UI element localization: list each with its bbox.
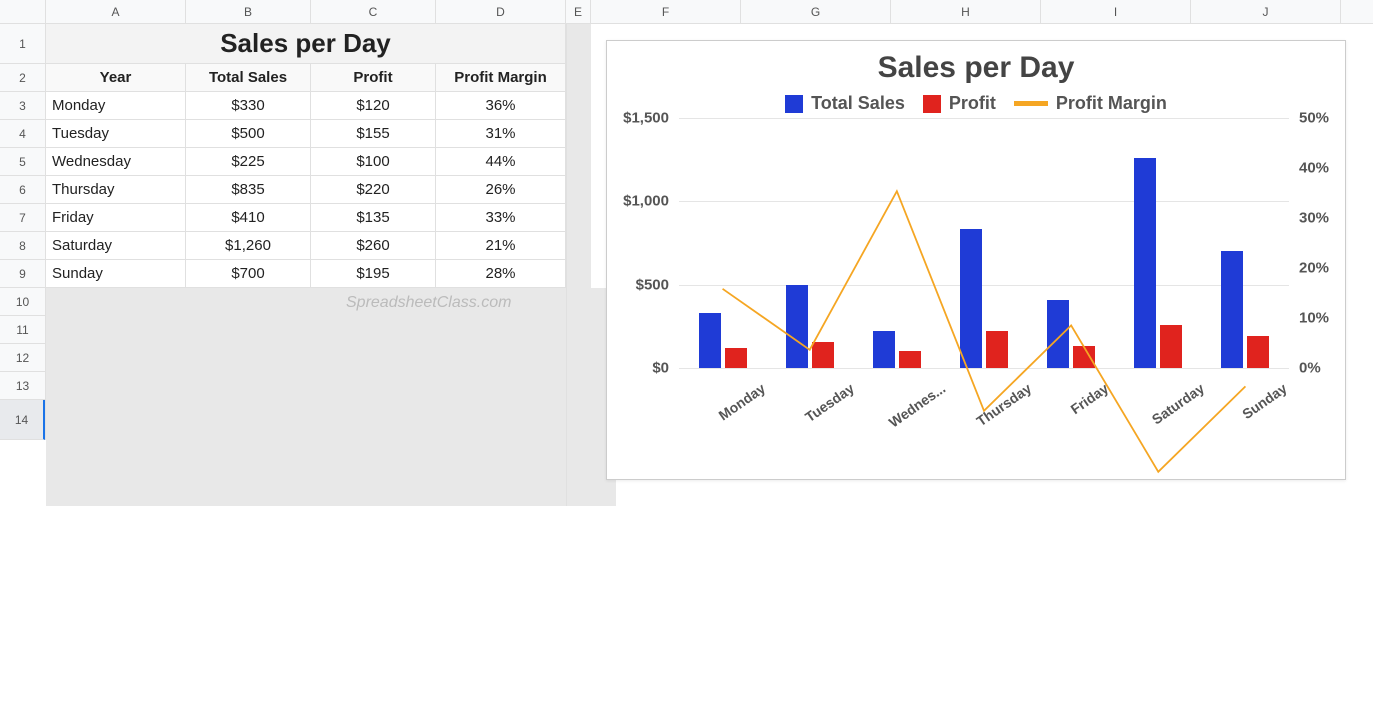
col-header-I[interactable]: I xyxy=(1041,0,1191,23)
y-left-tick: $1,500 xyxy=(623,110,679,127)
row-header-14[interactable]: 14 xyxy=(0,400,45,440)
chart-legend: Total Sales Profit Profit Margin xyxy=(607,85,1345,118)
legend-label: Total Sales xyxy=(811,93,905,114)
y-right-tick: 30% xyxy=(1289,210,1329,227)
empty-area[interactable] xyxy=(46,288,616,506)
legend-label: Profit xyxy=(949,93,996,114)
row-headers: 1 2 3 4 5 6 7 8 9 10 11 12 13 14 xyxy=(0,24,46,440)
col-header-H[interactable]: H xyxy=(891,0,1041,23)
row-header-9[interactable]: 9 xyxy=(0,260,45,288)
col-header-F[interactable]: F xyxy=(591,0,741,23)
row-header-11[interactable]: 11 xyxy=(0,316,45,344)
watermark: SpreadsheetClass.com xyxy=(346,294,511,312)
cell-margin[interactable]: 36% xyxy=(436,92,566,120)
column-headers: A B C D E F G H I J xyxy=(0,0,1373,24)
row-header-10[interactable]: 10 xyxy=(0,288,45,316)
col-header-G[interactable]: G xyxy=(741,0,891,23)
col-E-spacer[interactable] xyxy=(566,24,591,506)
col-header-E[interactable]: E xyxy=(566,0,591,23)
cell-day[interactable]: Wednesday xyxy=(46,148,186,176)
cell-profit[interactable]: $195 xyxy=(311,260,436,288)
cell-total[interactable]: $500 xyxy=(186,120,311,148)
y-right-tick: 10% xyxy=(1289,310,1329,327)
grid-body: Sales per Day Year Total Sales Profit Pr… xyxy=(46,24,1373,506)
row-header-12[interactable]: 12 xyxy=(0,344,45,372)
y-right-tick: 40% xyxy=(1289,160,1329,177)
row-header-2[interactable]: 2 xyxy=(0,64,45,92)
cell-margin[interactable]: 31% xyxy=(436,120,566,148)
cell-day[interactable]: Friday xyxy=(46,204,186,232)
header-profit-margin[interactable]: Profit Margin xyxy=(436,64,566,92)
cell-day[interactable]: Monday xyxy=(46,92,186,120)
cell-margin[interactable]: 28% xyxy=(436,260,566,288)
legend-profit-margin: Profit Margin xyxy=(1014,93,1167,114)
cell-total[interactable]: $835 xyxy=(186,176,311,204)
cell-day[interactable]: Tuesday xyxy=(46,120,186,148)
x-tick-label: Tuesday xyxy=(766,368,853,396)
select-all-corner[interactable] xyxy=(0,0,46,23)
header-year[interactable]: Year xyxy=(46,64,186,92)
cell-margin[interactable]: 26% xyxy=(436,176,566,204)
cell-day[interactable]: Saturday xyxy=(46,232,186,260)
cell-total[interactable]: $330 xyxy=(186,92,311,120)
row-header-5[interactable]: 5 xyxy=(0,148,45,176)
square-icon xyxy=(785,95,803,113)
cell-total[interactable]: $225 xyxy=(186,148,311,176)
cell-profit[interactable]: $260 xyxy=(311,232,436,260)
col-header-J[interactable]: J xyxy=(1191,0,1341,23)
y-right-tick: 0% xyxy=(1289,360,1321,377)
cell-day[interactable]: Thursday xyxy=(46,176,186,204)
x-tick-label: Monday xyxy=(679,368,766,396)
chart-title: Sales per Day xyxy=(607,41,1345,85)
cell-margin[interactable]: 33% xyxy=(436,204,566,232)
col-header-C[interactable]: C xyxy=(311,0,436,23)
chart[interactable]: Sales per Day Total Sales Profit Profit … xyxy=(606,40,1346,480)
y-right-tick: 20% xyxy=(1289,260,1329,277)
header-profit[interactable]: Profit xyxy=(311,64,436,92)
row-header-13[interactable]: 13 xyxy=(0,372,45,400)
x-axis-labels: MondayTuesdayWednes...ThursdayFridaySatu… xyxy=(679,368,1289,396)
y-left-tick: $500 xyxy=(636,276,679,293)
cell-profit[interactable]: $155 xyxy=(311,120,436,148)
cell-total[interactable]: $410 xyxy=(186,204,311,232)
x-tick-label: Thursday xyxy=(940,368,1027,396)
cell-profit[interactable]: $100 xyxy=(311,148,436,176)
col-header-D[interactable]: D xyxy=(436,0,566,23)
plot-area: $1,500 $1,000 $500 $0 50% 40% 30% 20% 10… xyxy=(679,118,1289,368)
row-header-7[interactable]: 7 xyxy=(0,204,45,232)
spreadsheet: A B C D E F G H I J 1 2 3 4 5 6 7 8 9 10… xyxy=(0,0,1373,506)
cell-profit[interactable]: $135 xyxy=(311,204,436,232)
cell-profit[interactable]: $120 xyxy=(311,92,436,120)
y-right-tick: 50% xyxy=(1289,110,1329,127)
legend-label: Profit Margin xyxy=(1056,93,1167,114)
col-header-A[interactable]: A xyxy=(46,0,186,23)
cell-day[interactable]: Sunday xyxy=(46,260,186,288)
x-tick-label: Saturday xyxy=(1115,368,1202,396)
row-header-3[interactable]: 3 xyxy=(0,92,45,120)
x-tick-label: Wednes... xyxy=(853,368,940,396)
line-icon xyxy=(1014,101,1048,106)
row-header-6[interactable]: 6 xyxy=(0,176,45,204)
cell-profit[interactable]: $220 xyxy=(311,176,436,204)
cell-total[interactable]: $1,260 xyxy=(186,232,311,260)
square-icon xyxy=(923,95,941,113)
row-header-8[interactable]: 8 xyxy=(0,232,45,260)
table-title-cell[interactable]: Sales per Day xyxy=(46,24,566,64)
y-left-tick: $0 xyxy=(652,360,679,377)
header-total-sales[interactable]: Total Sales xyxy=(186,64,311,92)
legend-profit: Profit xyxy=(923,93,996,114)
x-tick-label: Sunday xyxy=(1202,368,1289,396)
cell-margin[interactable]: 21% xyxy=(436,232,566,260)
row-header-4[interactable]: 4 xyxy=(0,120,45,148)
row-header-1[interactable]: 1 xyxy=(0,24,45,64)
x-tick-label: Friday xyxy=(1028,368,1115,396)
legend-total-sales: Total Sales xyxy=(785,93,905,114)
y-left-tick: $1,000 xyxy=(623,193,679,210)
cell-total[interactable]: $700 xyxy=(186,260,311,288)
cell-margin[interactable]: 44% xyxy=(436,148,566,176)
col-header-B[interactable]: B xyxy=(186,0,311,23)
